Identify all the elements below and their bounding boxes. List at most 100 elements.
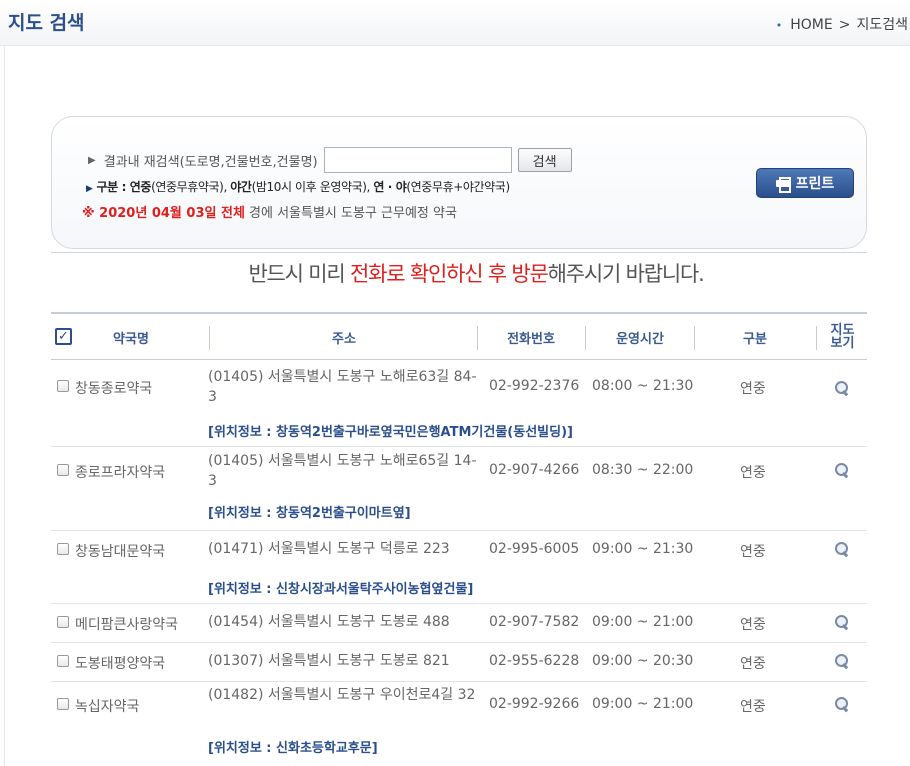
row-checkbox[interactable] — [57, 655, 69, 667]
triangle-right-icon: ▶ — [86, 184, 93, 194]
pharmacy-phone: 02-992-2376 — [489, 378, 580, 394]
col-name: 약국명 — [113, 331, 149, 347]
search-button[interactable]: 검색 — [517, 148, 572, 172]
page-title: 지도 검색 — [8, 12, 85, 34]
magnifier-icon[interactable] — [834, 541, 850, 557]
row-checkbox[interactable] — [57, 543, 69, 555]
pharmacy-address: (01307) 서울특별시 도봉구 도봉로 821 — [208, 653, 450, 669]
pharmacy-name: 녹십자약국 — [75, 699, 140, 715]
magnifier-icon[interactable] — [834, 614, 850, 630]
pharmacy-type: 연중 — [740, 544, 766, 560]
legend-desc-yearround: (연중무휴약국), — [151, 180, 231, 194]
magnifier-icon[interactable] — [834, 653, 850, 669]
header-divider — [585, 326, 586, 350]
header-divider — [694, 326, 695, 350]
pharmacy-address: (01471) 서울특별시 도봉구 덕릉로 223 — [208, 541, 450, 557]
print-button[interactable]: 프린트 — [756, 168, 854, 198]
pharmacy-type: 연중 — [740, 465, 766, 481]
row-checkbox[interactable] — [57, 464, 69, 476]
table-row: 메디팜큰사랑약국 (01454) 서울특별시 도봉구 도봉로 488 02-90… — [51, 604, 867, 643]
pharmacy-type: 연중 — [740, 381, 766, 397]
col-type: 구분 — [743, 331, 767, 347]
pharmacy-phone: 02-907-7582 — [489, 614, 580, 630]
left-border — [4, 46, 5, 766]
table-header: ✓ 약국명 주소 전화번호 운영시간 구분 지도 보기 — [51, 312, 867, 360]
pharmacy-type: 연중 — [740, 656, 766, 672]
date-line: ※ 2020년 04월 03일 전체 경에 서울특별시 도봉구 근무예정 약국 — [82, 202, 457, 221]
pharmacy-phone: 02-907-4266 — [489, 462, 580, 478]
magnifier-icon[interactable] — [834, 696, 850, 712]
pharmacy-type: 연중 — [740, 699, 766, 715]
pharmacy-phone: 02-955-6228 — [489, 653, 580, 669]
pharmacy-name: 창동남대문약국 — [75, 544, 166, 560]
col-address: 주소 — [332, 331, 356, 347]
breadcrumb-separator: > — [838, 17, 851, 33]
date-rest: 경에 서울특별시 도봉구 근무예정 약국 — [244, 206, 457, 221]
legend-term-night: 야간 — [230, 180, 252, 194]
pharmacy-hours: 09:00 ~ 21:00 — [592, 614, 694, 630]
category-legend: ▶ 구분 : 연중(연중무휴약국), 야간(밤10시 이후 운영약국), 연 · … — [86, 178, 510, 195]
location-info: [위치정보 : 신창시장과서울탁주사이농협옆건물] — [208, 582, 474, 597]
search-input[interactable] — [323, 147, 512, 173]
pharmacy-phone: 02-992-9266 — [489, 696, 580, 712]
pharmacy-table: ✓ 약국명 주소 전화번호 운영시간 구분 지도 보기 창동종로약국 (0140… — [51, 312, 867, 764]
table-row: 녹십자약국 (01482) 서울특별시 도봉구 우이천로4길 32 02-992… — [51, 682, 867, 764]
magnifier-icon[interactable] — [834, 380, 850, 396]
pharmacy-address: (01405) 서울특별시 도봉구 노해로65길 14-3 — [208, 453, 477, 489]
row-checkbox[interactable] — [57, 698, 69, 710]
legend-term-both: 연 · 야 — [373, 180, 407, 194]
pharmacy-name: 메디팜큰사랑약국 — [75, 617, 179, 633]
pharmacy-hours: 09:00 ~ 20:30 — [592, 653, 694, 669]
search-panel: ▶ 결과내 재검색(도로명,건물번호,건물명) 검색 ▶ 구분 : 연중(연중무휴… — [51, 116, 867, 249]
printer-icon — [775, 177, 791, 193]
notice-highlight: 전화로 확인하신 후 방문 — [350, 262, 549, 286]
location-info: [위치정보 : 창동역2번출구이마트옆] — [208, 506, 411, 521]
pharmacy-hours: 08:30 ~ 22:00 — [592, 462, 694, 478]
pharmacy-name: 종로프라자약국 — [75, 465, 166, 481]
pharmacy-hours: 09:00 ~ 21:30 — [592, 541, 694, 557]
bullet-icon: • — [775, 19, 783, 32]
date-mark: ※ 2020년 04월 03일 전체 — [82, 206, 245, 221]
col-map-line2: 보기 — [830, 336, 855, 351]
visit-notice: 반드시 미리 전화로 확인하신 후 방문해주시기 바랍니다. — [0, 258, 910, 288]
pharmacy-address: (01454) 서울특별시 도봉구 도봉로 488 — [208, 614, 450, 630]
top-bar: 지도 검색 • HOME > 지도검색 — [0, 0, 910, 46]
location-info: [위치정보 : 창동역2번출구바로옆국민은행ATM기건물(동선빌딩)] — [208, 425, 573, 440]
pharmacy-address: (01405) 서울특별시 도봉구 노해로63길 84-3 — [208, 369, 477, 405]
col-hours: 운영시간 — [616, 331, 664, 347]
notice-text-before: 반드시 미리 — [248, 262, 350, 286]
table-row: 창동남대문약국 (01471) 서울특별시 도봉구 덕릉로 223 02-995… — [51, 531, 867, 604]
location-info: [위치정보 : 신화초등학교후문] — [208, 741, 378, 756]
pharmacy-name: 도봉태평양약국 — [75, 656, 166, 672]
col-map: 지도 보기 — [818, 314, 867, 360]
select-all-checkbox[interactable]: ✓ — [55, 328, 72, 345]
pharmacy-type: 연중 — [740, 617, 766, 633]
notice-text-after: 해주시기 바랍니다. — [547, 262, 705, 286]
divider — [51, 252, 867, 253]
research-label: 결과내 재검색(도로명,건물번호,건물명) — [103, 154, 318, 170]
legend-desc-both: (연중무휴+야간약국) — [406, 180, 510, 194]
research-row: ▶ 결과내 재검색(도로명,건물번호,건물명) 검색 — [88, 147, 572, 173]
row-checkbox[interactable] — [57, 380, 69, 392]
table-row: 창동종로약국 (01405) 서울특별시 도봉구 노해로63길 84-3 02-… — [51, 360, 867, 447]
legend-term-yearround: 연중 — [129, 180, 152, 194]
col-phone: 전화번호 — [507, 331, 555, 347]
header-divider — [477, 326, 478, 350]
table-row: 도봉태평양약국 (01307) 서울특별시 도봉구 도봉로 821 02-955… — [51, 643, 867, 682]
legend-prefix: 구분 : — [96, 180, 130, 194]
pharmacy-hours: 09:00 ~ 21:00 — [592, 696, 694, 712]
pharmacy-hours: 08:00 ~ 21:30 — [592, 378, 694, 394]
print-label: 프린트 — [795, 176, 835, 192]
pharmacy-phone: 02-995-6005 — [489, 541, 580, 557]
legend-desc-night: (밤10시 이후 운영약국), — [251, 180, 374, 194]
magnifier-icon[interactable] — [834, 462, 850, 478]
breadcrumb-current: 지도검색 — [856, 17, 908, 33]
pharmacy-address: (01482) 서울특별시 도봉구 우이천로4길 32 — [208, 687, 476, 703]
triangle-right-icon: ▶ — [88, 154, 96, 166]
header-divider — [816, 326, 817, 350]
table-row: 종로프라자약국 (01405) 서울특별시 도봉구 노해로65길 14-3 02… — [51, 447, 867, 531]
row-checkbox[interactable] — [57, 616, 69, 628]
pharmacy-name: 창동종로약국 — [75, 381, 153, 397]
header-divider — [209, 326, 210, 350]
breadcrumb-home[interactable]: HOME — [790, 17, 832, 33]
